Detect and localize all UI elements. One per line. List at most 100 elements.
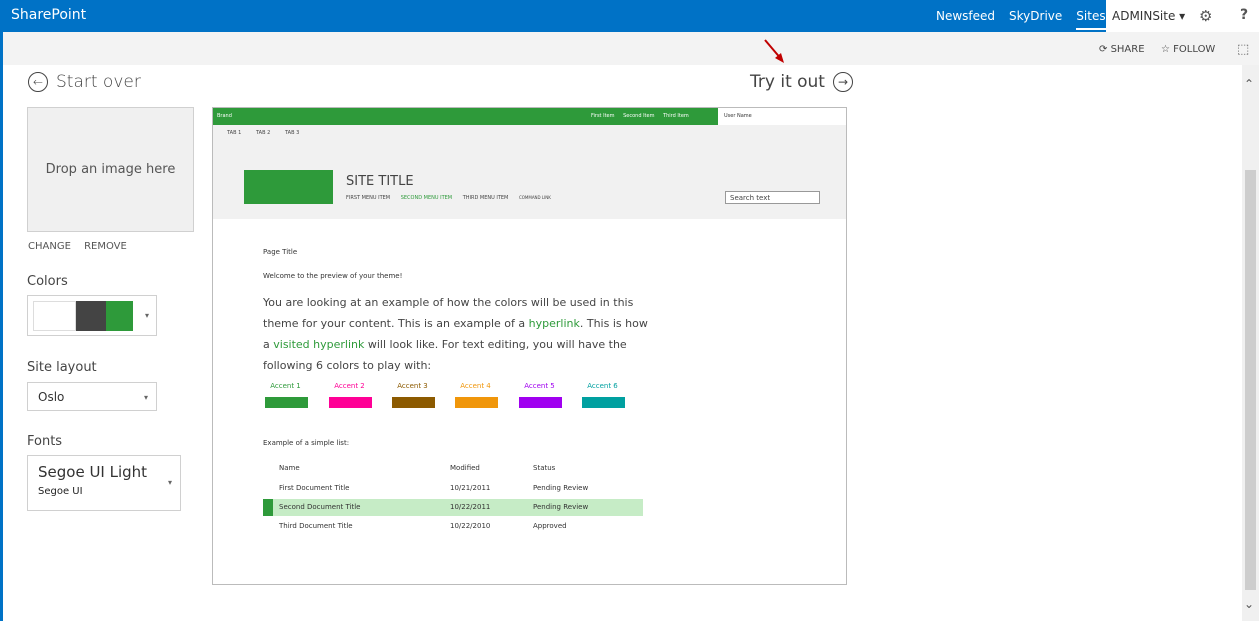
preview-welcome: Welcome to the preview of your theme! [263,272,403,280]
skydrive-link[interactable]: SkyDrive [1009,9,1062,30]
list-cell: First Document Title [279,484,350,492]
arrow-left-icon: ← [28,72,48,92]
preview-list-label: Example of a simple list: [263,439,350,447]
start-over-label: Start over [56,72,141,92]
accent-2-label: Accent 2 [334,382,365,390]
focus-content-icon[interactable]: ⬚ [1237,42,1249,57]
preview-top-bar: Brand First Item Second Item Third Item [213,108,718,125]
try-it-out-label: Try it out [750,72,825,92]
fonts-select[interactable]: Segoe UI Light Segoe UI ▾ [27,455,181,511]
color-swatch-dark [76,301,106,331]
column-header: Status [533,464,556,472]
list-cell: 10/22/2011 [450,503,491,511]
remove-image-link[interactable]: REMOVE [84,241,127,252]
preview-hyperlink: hyperlink [528,317,580,330]
preview-user-area: User Name [718,108,846,125]
accent-1-swatch [265,397,308,408]
sites-link[interactable]: Sites [1076,9,1106,30]
accent-4-swatch [455,397,498,408]
scroll-down-icon[interactable]: ⌄ [1244,597,1254,611]
chevron-down-icon: ▾ [144,393,149,402]
preview-page-title: Page Title [263,248,298,256]
preview-paragraph: You are looking at an example of how the… [263,296,648,372]
scroll-up-icon[interactable]: ⌃ [1244,77,1254,91]
suite-links: Newsfeed SkyDrive Sites [936,9,1120,30]
accent-6-swatch [582,397,625,408]
selection-marker [263,499,273,516]
preview-menu-item: FIRST MENU ITEM [346,195,391,201]
follow-button[interactable]: ☆ FOLLOW [1161,44,1215,55]
content-left-border [0,65,3,621]
list-cell: Third Document Title [279,522,353,530]
preview-list-header: Name Modified Status [263,460,643,477]
preview-site-title: SITE TITLE [346,174,414,189]
theme-preview: Brand First Item Second Item Third Item … [212,107,847,585]
preview-tab: TAB 3 [285,130,300,136]
color-swatch-green [106,301,133,331]
image-drop-zone[interactable]: Drop an image here [27,107,194,232]
start-over-button[interactable]: ← Start over [28,72,141,92]
share-button[interactable]: ⟳ SHARE [1099,44,1145,55]
gear-icon[interactable]: ⚙ [1199,7,1212,25]
preview-brand: Brand [217,113,232,119]
site-layout-label: Site layout [27,360,97,375]
accent-2-swatch [329,397,372,408]
preview-menu: FIRST MENU ITEM SECOND MENU ITEM THIRD M… [346,195,560,201]
app-brand[interactable]: SharePoint [11,7,86,23]
color-swatch-white [33,301,76,331]
preview-top-item: Third Item [663,113,689,119]
try-it-out-button[interactable]: Try it out → [750,72,853,92]
preview-menu-item: SECOND MENU ITEM [400,195,453,201]
colors-label: Colors [27,274,68,289]
preview-header: SITE TITLE FIRST MENU ITEM SECOND MENU I… [213,146,846,219]
font-body-value: Segoe UI [38,486,83,497]
font-heading-value: Segoe UI Light [38,463,148,481]
list-cell: 10/21/2011 [450,484,491,492]
accent-6-label: Accent 6 [587,382,618,390]
vertical-scrollbar[interactable]: ⌃ ⌄ [1242,65,1259,621]
accent-5-swatch [519,397,562,408]
preview-list-row: Third Document Title 10/22/2010 Approved [263,518,643,535]
accent-4-label: Accent 4 [460,382,491,390]
list-cell: 10/22/2010 [450,522,491,530]
preview-user-name: User Name [724,113,752,119]
chevron-down-icon: ▾ [145,311,150,320]
preview-logo [244,170,333,204]
list-cell: Pending Review [533,484,589,492]
annotation-arrow-icon [764,39,784,63]
preview-tabs: TAB 1 TAB 2 TAB 3 [213,125,846,146]
newsfeed-link[interactable]: Newsfeed [936,9,995,30]
drop-image-label: Drop an image here [45,162,176,177]
preview-visited-hyperlink: visited hyperlink [273,338,365,351]
preview-tab: TAB 1 [227,130,242,136]
accent-1-label: Accent 1 [270,382,301,390]
accent-3-label: Accent 3 [397,382,428,390]
user-menu[interactable]: ADMINSite ▾ [1112,9,1185,23]
chevron-down-icon: ▾ [168,478,173,487]
user-area: ADMINSite ▾ ⚙ ? [1106,0,1259,32]
site-layout-value: Oslo [38,390,65,404]
scroll-thumb[interactable] [1245,170,1256,590]
site-layout-select[interactable]: Oslo ▾ [27,382,157,411]
suite-bar: SharePoint Newsfeed SkyDrive Sites ADMIN… [0,0,1259,32]
list-cell: Second Document Title [279,503,361,511]
preview-top-item: Second Item [623,113,655,119]
column-header: Name [279,464,300,472]
change-image-link[interactable]: CHANGE [28,241,71,252]
arrow-right-icon: → [832,72,853,92]
preview-top-item: First Item [591,113,615,119]
preview-menu-item: COMMAND LINK [518,195,551,200]
column-header: Modified [450,464,480,472]
ribbon: ⟳ SHARE ☆ FOLLOW ⬚ [0,32,1259,65]
accent-3-swatch [392,397,435,408]
accent-5-label: Accent 5 [524,382,555,390]
fonts-label: Fonts [27,434,63,449]
preview-list-row-selected: Second Document Title 10/22/2011 Pending… [263,499,643,516]
list-cell: Approved [533,522,567,530]
list-cell: Pending Review [533,503,589,511]
colors-select[interactable]: ▾ [27,295,157,336]
help-icon[interactable]: ? [1240,7,1248,23]
preview-tab: TAB 2 [256,130,271,136]
preview-list-row: First Document Title 10/21/2011 Pending … [263,480,643,497]
image-actions: CHANGE REMOVE [28,241,137,252]
